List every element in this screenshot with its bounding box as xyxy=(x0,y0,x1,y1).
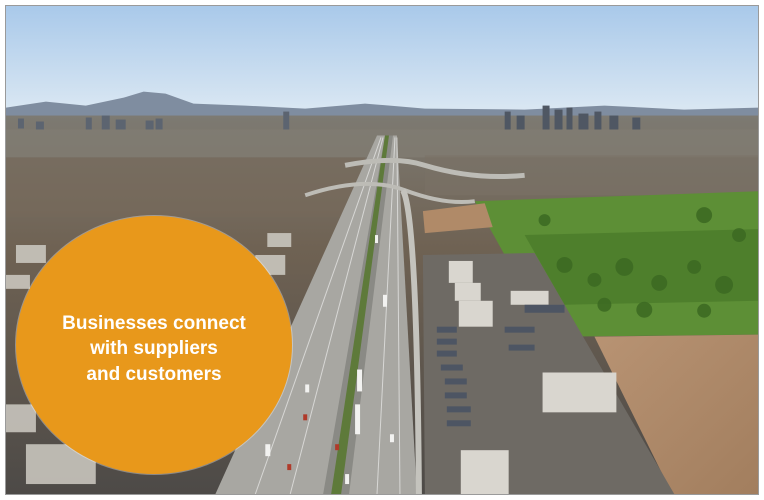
photo-frame: Businesses connect with suppliers and cu… xyxy=(5,5,759,495)
callout-text: Businesses connect with suppliers and cu… xyxy=(44,311,264,386)
callout-line: Businesses connect xyxy=(62,313,246,335)
callout-circle: Businesses connect with suppliers and cu… xyxy=(16,216,292,474)
callout-line: with suppliers xyxy=(90,338,218,360)
callout-line: and customers xyxy=(86,363,222,385)
